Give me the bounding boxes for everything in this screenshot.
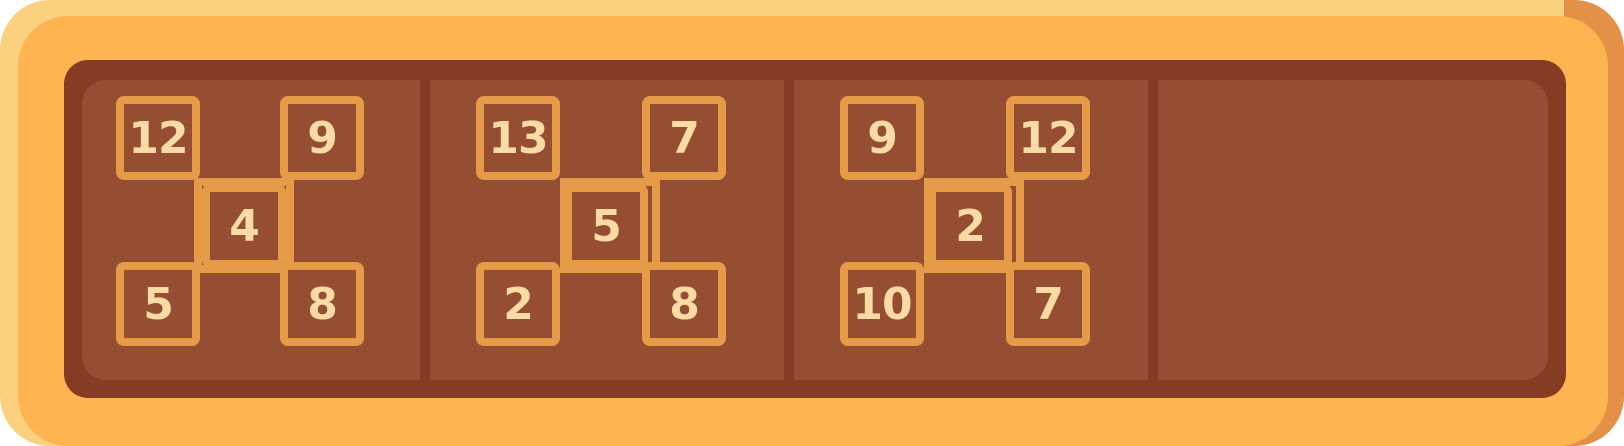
number-tile-bottom-left[interactable]: 5 [116,262,200,346]
tile-number: 12 [1018,112,1078,164]
tile-number: 7 [669,112,700,164]
number-tile-top-left[interactable]: 12 [116,96,200,180]
connector-line [1016,178,1024,273]
tile-number: 8 [669,278,700,330]
number-tile-center[interactable]: 4 [202,184,286,268]
answer-panel[interactable] [1158,80,1548,380]
number-tile-bottom-left[interactable]: 2 [476,262,560,346]
number-tile-top-left[interactable]: 9 [840,96,924,180]
connector-line [286,178,294,273]
number-tile-top-right[interactable]: 9 [280,96,364,180]
tile-number: 9 [867,112,898,164]
puzzle-panel-3: 9 12 2 10 7 [794,80,1154,380]
number-tile-bottom-left[interactable]: 10 [840,262,924,346]
puzzle-panel-2: 13 7 5 2 8 [430,80,790,380]
tile-number: 2 [955,200,986,252]
puzzle-panel-1: 12 9 4 5 8 [82,80,442,380]
tile-number: 2 [503,278,534,330]
number-tile-center[interactable]: 2 [928,184,1012,268]
number-tile-top-right[interactable]: 12 [1006,96,1090,180]
connector-line [194,178,202,273]
tile-number: 5 [591,200,622,252]
tile-number: 10 [852,278,912,330]
tile-number: 4 [229,200,260,252]
number-tile-center[interactable]: 5 [564,184,648,268]
connector-line [652,178,660,273]
tile-number: 7 [1033,278,1064,330]
number-tile-bottom-right[interactable]: 7 [1006,262,1090,346]
tile-number: 13 [488,112,548,164]
tile-number: 12 [128,112,188,164]
tile-number: 9 [307,112,338,164]
number-tile-top-right[interactable]: 7 [642,96,726,180]
number-tile-top-left[interactable]: 13 [476,96,560,180]
tile-number: 8 [307,278,338,330]
number-tile-bottom-right[interactable]: 8 [280,262,364,346]
tile-number: 5 [143,278,174,330]
number-tile-bottom-right[interactable]: 8 [642,262,726,346]
